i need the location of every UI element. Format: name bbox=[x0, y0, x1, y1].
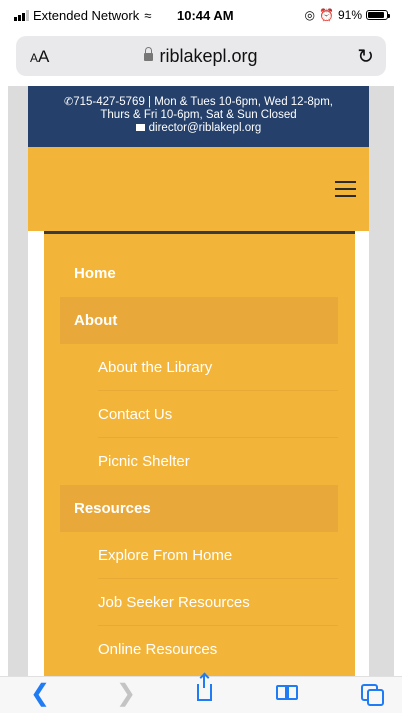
carrier-name: Extended Network bbox=[33, 8, 140, 23]
share-icon[interactable] bbox=[197, 675, 212, 701]
contact-info-bar: ✆715-427-5769 | Mon & Tues 10-6pm, Wed 1… bbox=[28, 86, 369, 147]
battery-icon bbox=[366, 10, 390, 20]
location-icon: ◎ bbox=[304, 8, 316, 22]
browser-toolbar: ❮ ❯ bbox=[0, 675, 402, 713]
hours-line-2: Thurs & Fri 10-6pm, Sat & Sun Closed bbox=[100, 109, 297, 121]
lock-icon bbox=[144, 47, 154, 61]
menu-container: Home About About the Library Contact Us … bbox=[28, 231, 369, 676]
url-display[interactable]: riblakepl.org bbox=[16, 46, 386, 67]
menu-item-home[interactable]: Home bbox=[60, 250, 338, 297]
status-right: ◎ ⏰ 91% bbox=[304, 8, 390, 22]
status-bar: Extended Network ≈ 10:44 AM ◎ ⏰ 91% bbox=[0, 0, 402, 30]
envelope-icon bbox=[135, 124, 145, 131]
email-link[interactable]: director@riblakepl.org bbox=[149, 122, 262, 134]
wifi-icon: ≈ bbox=[144, 8, 152, 23]
site-header bbox=[28, 147, 369, 231]
chevron-right-icon[interactable]: ❯ bbox=[116, 680, 136, 708]
status-time: 10:44 AM bbox=[177, 8, 234, 23]
menu-item-resources[interactable]: Resources bbox=[60, 485, 338, 532]
carrier-area: Extended Network ≈ bbox=[14, 8, 151, 23]
hamburger-menu-icon[interactable] bbox=[335, 181, 356, 202]
url-domain: riblakepl.org bbox=[159, 46, 258, 66]
battery-percent: 91% bbox=[337, 8, 362, 22]
menu-item-picnic-shelter[interactable]: Picnic Shelter bbox=[60, 438, 338, 485]
book-icon[interactable] bbox=[276, 685, 302, 702]
menu-item-about[interactable]: About bbox=[60, 297, 338, 344]
menu-item-about-the-library[interactable]: About the Library bbox=[60, 344, 338, 391]
menu-item-explore-from-home[interactable]: Explore From Home bbox=[60, 532, 338, 579]
menu-item-contact-us[interactable]: Contact Us bbox=[60, 391, 338, 438]
phone-icon: ✆ bbox=[64, 96, 74, 108]
menu-item-job-seeker-resources[interactable]: Job Seeker Resources bbox=[60, 579, 338, 626]
reload-icon[interactable]: ↻ bbox=[357, 44, 374, 69]
hours-line-1[interactable]: 715-427-5769 | Mon & Tues 10-6pm, Wed 12… bbox=[73, 96, 333, 108]
menu-item-online-resources[interactable]: Online Resources bbox=[60, 626, 338, 673]
signal-icon bbox=[14, 10, 29, 21]
web-page: ✆715-427-5769 | Mon & Tues 10-6pm, Wed 1… bbox=[8, 86, 394, 676]
tabs-icon[interactable] bbox=[361, 684, 387, 706]
address-bar[interactable]: AA riblakepl.org ↻ bbox=[16, 36, 386, 76]
navigation-menu: Home About About the Library Contact Us … bbox=[44, 231, 355, 676]
alarm-icon: ⏰ bbox=[319, 8, 334, 22]
chevron-left-icon[interactable]: ❮ bbox=[30, 680, 50, 708]
